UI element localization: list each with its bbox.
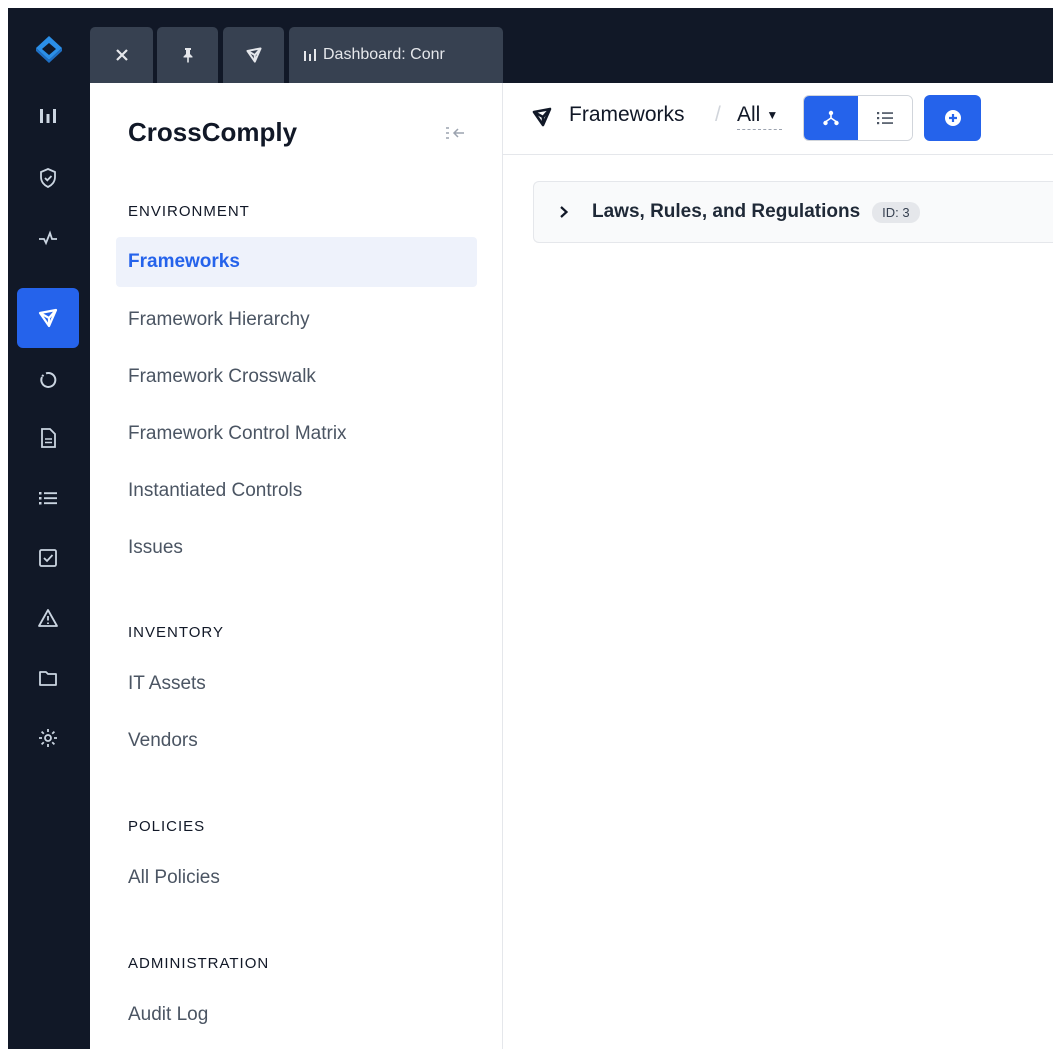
tab-strip: Dashboard: Conr [90, 8, 1053, 83]
tab-dashboard-label: Dashboard: Conr [323, 46, 445, 63]
rail-folder-icon[interactable] [17, 648, 79, 708]
hierarchy-icon [823, 110, 839, 126]
plus-circle-icon [944, 110, 961, 126]
list-icon [877, 112, 893, 125]
section-administration: ADMINISTRATION [128, 955, 270, 972]
app-rail [8, 8, 90, 1049]
sidebar-item-it-assets[interactable]: IT Assets [116, 659, 477, 709]
frameworks-icon [245, 47, 262, 63]
rail-checkbox-icon[interactable] [17, 528, 79, 588]
chevron-right-icon[interactable] [556, 204, 572, 220]
secondary-sidebar: CrossComply ENVIRONMENT Frameworks Frame… [90, 83, 503, 1049]
rail-cycle-icon[interactable] [17, 350, 79, 410]
framework-row[interactable]: Laws, Rules, and Regulations ID: 3 [533, 181, 1053, 243]
section-policies: POLICIES [128, 818, 206, 835]
sidebar-item-issues[interactable]: Issues [116, 523, 477, 573]
rail-activity-icon[interactable] [17, 208, 79, 268]
pin-icon [183, 48, 192, 63]
sidebar-item-vendors[interactable]: Vendors [116, 716, 477, 766]
add-framework-button[interactable] [924, 95, 981, 141]
rail-frameworks-icon[interactable] [17, 288, 79, 348]
rail-warning-icon[interactable] [17, 588, 79, 648]
close-icon [115, 49, 128, 61]
sidebar-item-framework-crosswalk[interactable]: Framework Crosswalk [116, 352, 477, 402]
close-tab-button[interactable] [90, 27, 153, 83]
sidebar-item-framework-control-matrix[interactable]: Framework Control Matrix [116, 409, 477, 459]
view-toggle [803, 95, 913, 141]
caret-down-icon: ▼ [766, 108, 779, 123]
toolbar: Frameworks / All ▼ [503, 83, 1053, 155]
breadcrumb-separator: / [715, 103, 721, 126]
sidebar-item-framework-hierarchy[interactable]: Framework Hierarchy [116, 295, 477, 345]
rail-gear-icon[interactable] [17, 708, 79, 768]
collapse-sidebar-icon[interactable] [444, 125, 466, 141]
main-content: Frameworks / All ▼ Laws, Rules, and Regul… [503, 83, 1053, 1049]
rail-shield-icon[interactable] [17, 148, 79, 208]
tab-dashboard[interactable]: Dashboard: Conr [289, 27, 503, 83]
sidebar-item-frameworks[interactable]: Frameworks [116, 237, 477, 287]
breadcrumb-frameworks[interactable]: Frameworks [569, 103, 685, 127]
rail-list-icon[interactable] [17, 468, 79, 528]
scope-dropdown[interactable]: All ▼ [737, 103, 783, 130]
app-logo-icon[interactable] [31, 32, 67, 68]
brand-title: CrossComply [128, 117, 298, 147]
sidebar-item-audit-log[interactable]: Audit Log [116, 990, 477, 1040]
pin-tab-button[interactable] [157, 27, 218, 83]
rail-dashboard-chart-icon[interactable] [17, 86, 79, 146]
rail-document-icon[interactable] [17, 408, 79, 468]
chart-icon [304, 49, 316, 61]
tab-frameworks[interactable] [223, 27, 284, 83]
list-view-button[interactable] [858, 96, 912, 140]
framework-row-title: Laws, Rules, and Regulations [592, 201, 861, 222]
id-badge: ID: 3 [872, 201, 920, 223]
sidebar-item-all-policies[interactable]: All Policies [116, 853, 477, 903]
frameworks-icon [532, 107, 552, 127]
tree-view-button[interactable] [804, 96, 858, 140]
section-inventory: INVENTORY [128, 624, 224, 641]
section-environment: ENVIRONMENT [128, 203, 250, 220]
sidebar-item-instantiated-controls[interactable]: Instantiated Controls [116, 466, 477, 516]
scope-value: All [737, 103, 761, 126]
